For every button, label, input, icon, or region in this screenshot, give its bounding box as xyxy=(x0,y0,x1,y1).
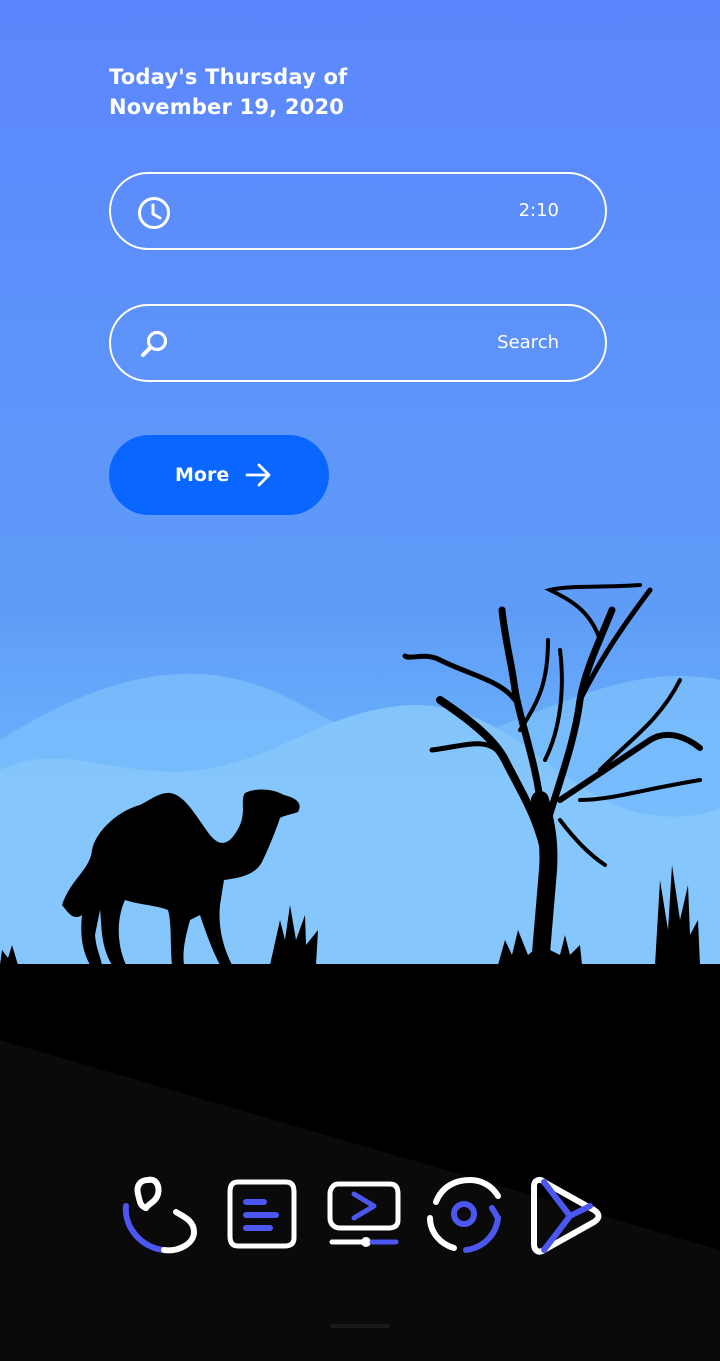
more-button[interactable]: More xyxy=(109,435,329,515)
clock-icon xyxy=(138,197,170,229)
messages-app-icon[interactable] xyxy=(220,1172,304,1256)
clock-time: 2:10 xyxy=(518,200,559,221)
arrow-right-icon xyxy=(245,463,271,487)
home-indicator[interactable] xyxy=(330,1324,390,1328)
clock-widget[interactable]: 2:10 xyxy=(109,172,607,250)
date-display: Today's Thursday of November 19, 2020 xyxy=(109,62,347,122)
camera-app-icon[interactable] xyxy=(422,1172,506,1256)
play-store-icon[interactable] xyxy=(524,1172,608,1256)
search-icon xyxy=(141,330,168,357)
search-widget[interactable]: Search xyxy=(109,304,607,382)
date-line-1: Today's Thursday of xyxy=(109,65,348,89)
date-line-2: November 19, 2020 xyxy=(109,95,345,119)
app-dock xyxy=(118,1172,602,1258)
more-button-label: More xyxy=(175,464,230,486)
phone-app-icon[interactable] xyxy=(118,1172,202,1256)
video-app-icon[interactable] xyxy=(322,1172,406,1256)
search-placeholder: Search xyxy=(497,332,559,353)
